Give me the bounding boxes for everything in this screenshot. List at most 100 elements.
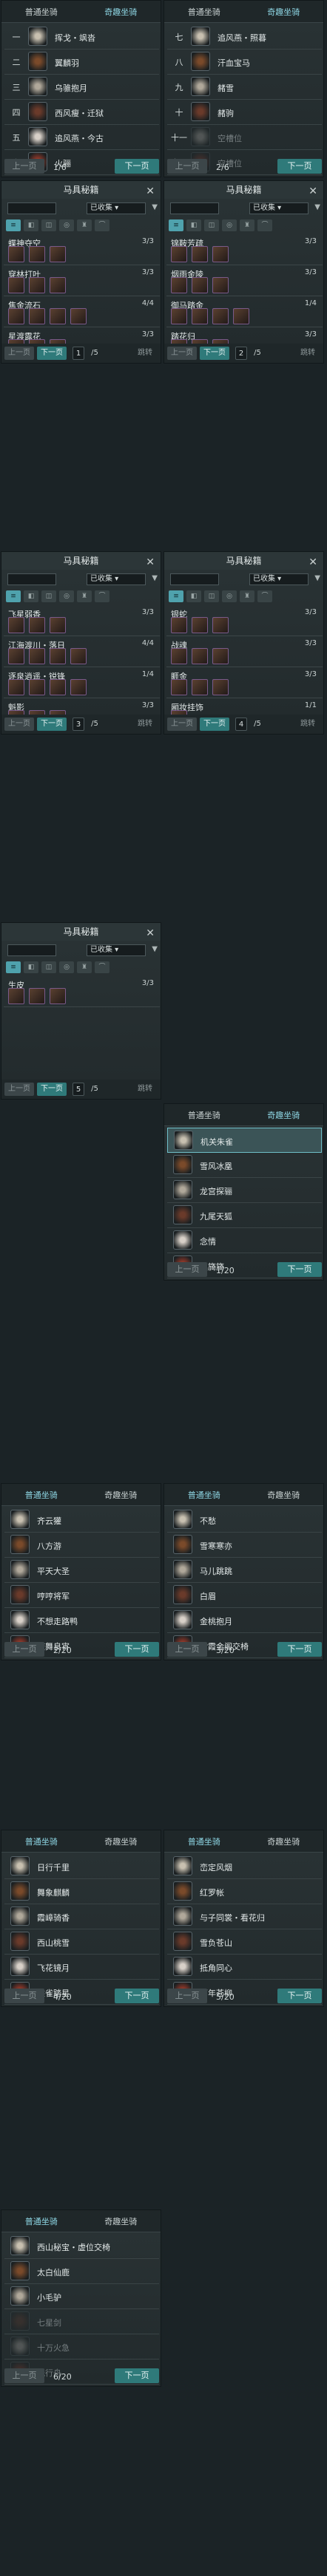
search-input[interactable] bbox=[7, 944, 56, 956]
equip-piece-icon[interactable] bbox=[70, 308, 87, 324]
equip-piece-icon[interactable] bbox=[212, 617, 229, 633]
prev-page-button[interactable]: 上一页 bbox=[4, 718, 34, 731]
page-number-input[interactable]: 5 bbox=[73, 1083, 84, 1096]
equip-piece-icon[interactable] bbox=[171, 617, 187, 633]
mount-slot-row[interactable]: 马儿跳跳 bbox=[167, 1558, 322, 1583]
prev-page-button[interactable]: 上一页 bbox=[4, 1642, 44, 1657]
next-page-button[interactable]: 下一页 bbox=[277, 1262, 322, 1277]
equip-piece-icon[interactable] bbox=[8, 617, 24, 633]
category-tab-icon[interactable]: ◧ bbox=[24, 219, 38, 231]
equip-piece-icon[interactable] bbox=[171, 277, 187, 293]
mount-slot-row[interactable]: 霞嶂骑香 bbox=[4, 1904, 159, 1929]
prev-page-button[interactable]: 上一页 bbox=[4, 347, 34, 360]
mount-slot-row[interactable]: 龙宫探骊 bbox=[167, 1178, 322, 1203]
mount-slot-row[interactable]: 七 追风燕・照暮 bbox=[167, 24, 322, 50]
mount-slot-row[interactable]: 白眉 bbox=[167, 1583, 322, 1608]
equip-piece-icon[interactable] bbox=[212, 679, 229, 695]
category-tab-icon[interactable]: ◎ bbox=[59, 590, 74, 602]
collection-select[interactable]: 已收集 ▾ bbox=[87, 944, 146, 956]
tab-fun-mounts[interactable]: 奇趣坐骑 bbox=[81, 2210, 161, 2232]
prev-page-button[interactable]: 上一页 bbox=[4, 159, 44, 174]
mount-slot-row[interactable]: 十 赭驹 bbox=[167, 100, 322, 125]
equip-piece-icon[interactable] bbox=[212, 277, 229, 293]
equip-piece-icon[interactable] bbox=[192, 679, 208, 695]
equip-piece-icon[interactable] bbox=[29, 246, 45, 262]
tab-fun-mounts[interactable]: 奇趣坐骑 bbox=[81, 1, 161, 22]
mount-slot-row[interactable]: 九 赭雪 bbox=[167, 75, 322, 100]
next-page-button[interactable]: 下一页 bbox=[277, 1642, 322, 1657]
next-page-button[interactable]: 下一页 bbox=[115, 159, 159, 174]
equip-piece-icon[interactable] bbox=[8, 246, 24, 262]
page-number-input[interactable]: 1 bbox=[73, 347, 84, 360]
category-tab-icon[interactable]: ♜ bbox=[77, 219, 92, 231]
equip-piece-icon[interactable] bbox=[50, 648, 66, 664]
collection-select[interactable]: 已收集 ▾ bbox=[249, 573, 309, 585]
prev-page-button[interactable]: 上一页 bbox=[167, 1642, 207, 1657]
filter-icon[interactable]: ▼ bbox=[152, 203, 158, 211]
tab-normal-mounts[interactable]: 普通坐骑 bbox=[164, 1484, 244, 1505]
collection-select[interactable]: 已收集 ▾ bbox=[87, 573, 146, 585]
next-page-button[interactable]: 下一页 bbox=[115, 1642, 159, 1657]
mount-slot-row[interactable]: 平天大圣 bbox=[4, 1558, 159, 1583]
mount-slot-row[interactable]: 二 翼麟羽 bbox=[4, 50, 159, 75]
category-tab-icon[interactable]: ◫ bbox=[41, 590, 56, 602]
equip-piece-icon[interactable] bbox=[70, 648, 87, 664]
prev-page-button[interactable]: 上一页 bbox=[167, 1262, 207, 1277]
filter-icon[interactable]: ▼ bbox=[314, 574, 320, 582]
equip-piece-icon[interactable] bbox=[29, 648, 45, 664]
tab-fun-mounts[interactable]: 奇趣坐骑 bbox=[244, 1, 324, 22]
equip-piece-icon[interactable] bbox=[171, 648, 187, 664]
category-tab-icon[interactable]: ♜ bbox=[77, 961, 92, 973]
mount-slot-row[interactable]: 不想走路鸭 bbox=[4, 1608, 159, 1633]
mount-slot-row[interactable]: 一 挥戈・飒沓 bbox=[4, 24, 159, 50]
mount-slot-row[interactable]: 金桃抱月 bbox=[167, 1608, 322, 1633]
jump-button[interactable]: 跳转 bbox=[295, 347, 320, 360]
mount-slot-row[interactable]: 九尾天狐 bbox=[167, 1203, 322, 1228]
tab-fun-mounts[interactable]: 奇趣坐骑 bbox=[244, 1830, 324, 1852]
category-tab-icon[interactable]: ≡ bbox=[169, 219, 183, 231]
mount-slot-row[interactable]: 五 追风燕・今古 bbox=[4, 125, 159, 150]
category-tab-icon[interactable]: ⌒ bbox=[257, 219, 272, 231]
collection-select[interactable]: 已收集 ▾ bbox=[249, 202, 309, 214]
tab-normal-mounts[interactable]: 普通坐骑 bbox=[1, 1484, 81, 1505]
category-tab-icon[interactable]: ♜ bbox=[77, 590, 92, 602]
category-tab-icon[interactable]: ≡ bbox=[6, 219, 21, 231]
equip-piece-icon[interactable] bbox=[29, 617, 45, 633]
category-tab-icon[interactable]: ⌒ bbox=[95, 219, 109, 231]
jump-button[interactable]: 跳转 bbox=[295, 718, 320, 731]
jump-button[interactable]: 跳转 bbox=[132, 347, 158, 360]
mount-slot-row[interactable]: 雪负苍山 bbox=[167, 1929, 322, 1955]
equip-piece-icon[interactable] bbox=[212, 648, 229, 664]
equip-piece-icon[interactable] bbox=[50, 679, 66, 695]
page-number-input[interactable]: 2 bbox=[235, 347, 247, 360]
collection-select[interactable]: 已收集 ▾ bbox=[87, 202, 146, 214]
category-tab-icon[interactable]: ◫ bbox=[41, 219, 56, 231]
close-icon[interactable]: ✕ bbox=[309, 553, 317, 571]
close-icon[interactable]: ✕ bbox=[309, 183, 317, 200]
prev-page-button[interactable]: 上一页 bbox=[4, 1989, 44, 2003]
next-page-button[interactable]: 下一页 bbox=[277, 1989, 322, 2003]
equip-piece-icon[interactable] bbox=[29, 308, 45, 324]
category-tab-icon[interactable]: ◫ bbox=[41, 961, 56, 973]
equip-piece-icon[interactable] bbox=[29, 277, 45, 293]
equip-piece-icon[interactable] bbox=[8, 679, 24, 695]
prev-page-button[interactable]: 上一页 bbox=[167, 718, 197, 731]
equip-piece-icon[interactable] bbox=[192, 246, 208, 262]
category-tab-icon[interactable]: ◎ bbox=[222, 590, 237, 602]
mount-slot-row[interactable]: 十一 空槽位 bbox=[167, 125, 322, 150]
next-page-button[interactable]: 下一页 bbox=[37, 718, 67, 731]
tab-normal-mounts[interactable]: 普通坐骑 bbox=[1, 1830, 81, 1852]
equip-piece-icon[interactable] bbox=[29, 679, 45, 695]
filter-icon[interactable]: ▼ bbox=[314, 203, 320, 211]
equip-piece-icon[interactable] bbox=[8, 648, 24, 664]
search-input[interactable] bbox=[170, 573, 219, 585]
category-tab-icon[interactable]: ◧ bbox=[24, 961, 38, 973]
equip-piece-icon[interactable] bbox=[192, 617, 208, 633]
mount-slot-row[interactable]: 西山桃雪 bbox=[4, 1929, 159, 1955]
category-tab-icon[interactable]: ♜ bbox=[240, 590, 254, 602]
equip-piece-icon[interactable] bbox=[192, 277, 208, 293]
tab-normal-mounts[interactable]: 普通坐骑 bbox=[164, 1, 244, 22]
equip-piece-icon[interactable] bbox=[212, 308, 229, 324]
search-input[interactable] bbox=[7, 202, 56, 214]
prev-page-button[interactable]: 上一页 bbox=[4, 1083, 34, 1096]
